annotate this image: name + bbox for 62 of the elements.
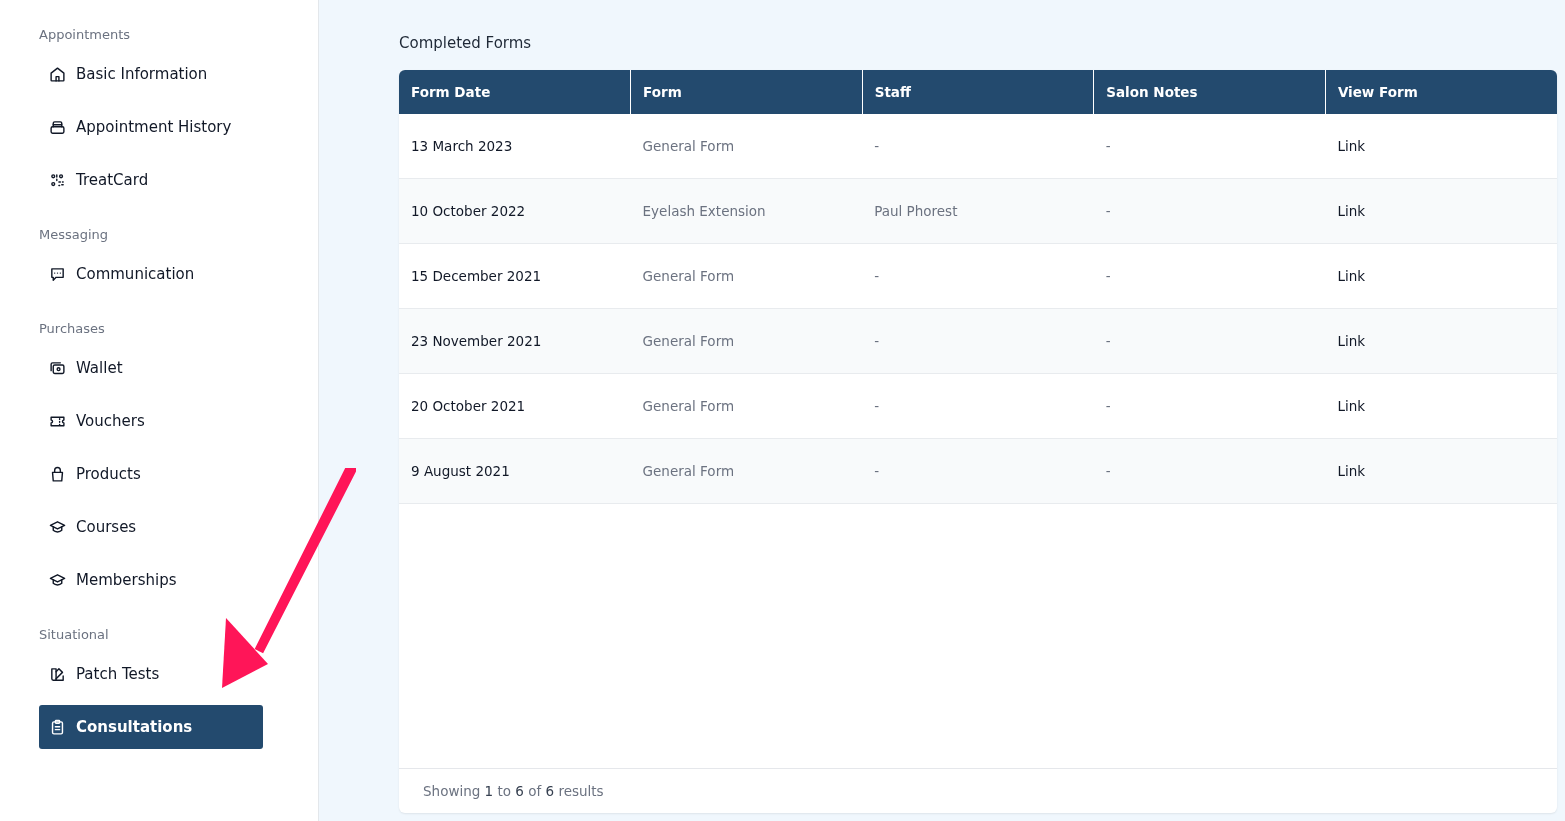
section-label: Appointments [39, 27, 131, 42]
table-cell: - [1093, 308, 1326, 374]
sidebar-item[interactable]: Communication [39, 252, 263, 296]
sidebar-item[interactable]: Patch Tests [39, 652, 263, 696]
table-cell: - [1093, 243, 1326, 309]
column-header: Staff [862, 70, 1094, 114]
table-cell: General Form [630, 243, 863, 309]
view-form-link[interactable]: Link [1337, 333, 1366, 349]
column-header: Form Date [399, 70, 631, 114]
table-cell: - [862, 373, 1094, 439]
table-cell: 10 October 2022 [399, 178, 631, 244]
view-form-link[interactable]: Link [1337, 138, 1366, 154]
table-cell: - [862, 438, 1094, 504]
graduation-cap-icon [49, 518, 66, 536]
table-cell: 15 December 2021 [399, 243, 631, 309]
table-cell: - [862, 114, 1094, 179]
column-header: View Form [1325, 70, 1557, 114]
results-summary: Showing 1 to 6 of 6 results [399, 768, 1557, 813]
table-cell: - [862, 243, 1094, 309]
table-cell: Paul Phorest [862, 178, 1094, 244]
section-label: Messaging [39, 227, 109, 242]
sidebar-item[interactable]: TreatCard [39, 158, 263, 202]
view-form-link[interactable]: Link [1337, 203, 1366, 219]
table-cell: General Form [630, 308, 863, 374]
sidebar-item[interactable]: Basic Information [39, 52, 263, 96]
sidebar-item[interactable]: Wallet [39, 346, 263, 390]
view-form-link[interactable]: Link [1337, 268, 1366, 284]
graduation-cap-icon [49, 571, 66, 589]
table-cell: Eyelash Extension [630, 178, 863, 244]
table-cell: 23 November 2021 [399, 308, 631, 374]
column-header: Form [630, 70, 863, 114]
table-cell: - [1093, 114, 1326, 179]
table-cell: General Form [630, 114, 863, 179]
tray-icon [49, 118, 66, 136]
swatch-icon [49, 665, 66, 683]
table-cell: - [862, 308, 1094, 374]
table-cell: General Form [630, 438, 863, 504]
column-header: Salon Notes [1093, 70, 1326, 114]
table-cell: - [1093, 438, 1326, 504]
section-label: Purchases [39, 321, 105, 336]
view-form-link[interactable]: Link [1337, 463, 1366, 479]
sidebar-item[interactable]: Vouchers [39, 399, 263, 443]
sidebar-item[interactable]: Memberships [39, 558, 263, 602]
sidebar-item[interactable]: Consultations [39, 705, 263, 749]
table-cell: General Form [630, 373, 863, 439]
table-cell: 20 October 2021 [399, 373, 631, 439]
sidebar-item[interactable]: Courses [39, 505, 263, 549]
chat-icon [49, 265, 66, 283]
table-cell: - [1093, 178, 1326, 244]
sidebar-item[interactable]: Appointment History [39, 105, 263, 149]
table-cell: - [1093, 373, 1326, 439]
table-cell: 9 August 2021 [399, 438, 631, 504]
page-title: Completed Forms [399, 34, 532, 52]
view-form-link[interactable]: Link [1337, 398, 1366, 414]
qr-code-icon [49, 171, 66, 189]
wallet-icon [49, 359, 66, 377]
bag-icon [49, 465, 66, 483]
table-cell: 13 March 2023 [399, 114, 631, 179]
sidebar-item[interactable]: Products [39, 452, 263, 496]
section-label: Situational [39, 627, 109, 642]
home-icon [49, 65, 66, 83]
clipboard-icon [49, 718, 66, 736]
